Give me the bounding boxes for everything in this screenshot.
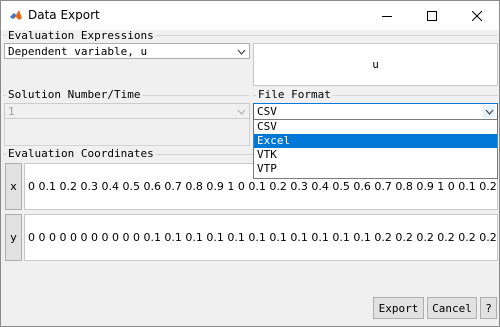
dropdown-option-vtp[interactable]: VTP — [254, 162, 497, 176]
export-button[interactable]: Export — [373, 297, 424, 319]
evaluation-coordinates-label: Evaluation Coordinates — [6, 147, 156, 160]
file-format-select[interactable]: CSV — [253, 103, 498, 120]
chevron-down-icon — [483, 105, 495, 118]
y-coordinate-label: y — [10, 231, 17, 244]
solution-select[interactable]: 1 — [4, 103, 250, 119]
x-coordinate-button[interactable]: x — [5, 163, 22, 210]
dropdown-option-vtk[interactable]: VTK — [254, 148, 497, 162]
title-bar[interactable]: Data Export — [1, 1, 499, 30]
solution-number-label: Solution Number/Time — [6, 88, 143, 101]
x-coordinate-label: x — [10, 180, 17, 193]
y-coordinates-field[interactable]: 0 0 0 0 0 0 0 0 0 0 0 0.1 0.1 0.1 0.1 0.… — [24, 214, 498, 261]
minimize-icon — [381, 15, 392, 17]
expression-text-field[interactable]: u — [253, 43, 498, 86]
data-export-dialog: Data Export Evaluation Expressions Depen… — [0, 0, 500, 327]
file-format-dropdown-list: CSV Excel VTK VTP — [253, 119, 498, 179]
solution-group-area — [4, 119, 250, 146]
file-format-select-value: CSV — [257, 105, 277, 118]
file-format-label: File Format — [256, 88, 333, 101]
y-coordinates-value: 0 0 0 0 0 0 0 0 0 0 0 0.1 0.1 0.1 0.1 0.… — [28, 231, 498, 244]
dropdown-option-csv[interactable]: CSV — [254, 120, 497, 134]
help-button[interactable]: ? — [480, 297, 497, 319]
x-coordinates-value: 0 0.1 0.2 0.3 0.4 0.5 0.6 0.7 0.8 0.9 1 … — [28, 180, 498, 193]
evaluation-expressions-label: Evaluation Expressions — [6, 29, 156, 42]
expression-select-value: Dependent variable, u — [8, 45, 148, 58]
chevron-down-icon — [235, 105, 247, 118]
close-icon — [471, 10, 482, 21]
chevron-down-icon — [235, 45, 247, 58]
expression-text-value: u — [372, 58, 379, 71]
maximize-button[interactable] — [409, 1, 454, 30]
window-title: Data Export — [28, 8, 100, 22]
matlab-icon — [10, 10, 22, 20]
minimize-button[interactable] — [364, 1, 409, 30]
close-button[interactable] — [454, 1, 499, 30]
dropdown-option-excel[interactable]: Excel — [254, 134, 497, 148]
y-coordinate-button[interactable]: y — [5, 214, 22, 261]
expression-select-area — [4, 59, 250, 86]
cancel-button[interactable]: Cancel — [427, 297, 477, 319]
maximize-icon — [426, 10, 437, 21]
expression-select[interactable]: Dependent variable, u — [4, 43, 250, 59]
solution-select-value: 1 — [8, 105, 15, 118]
